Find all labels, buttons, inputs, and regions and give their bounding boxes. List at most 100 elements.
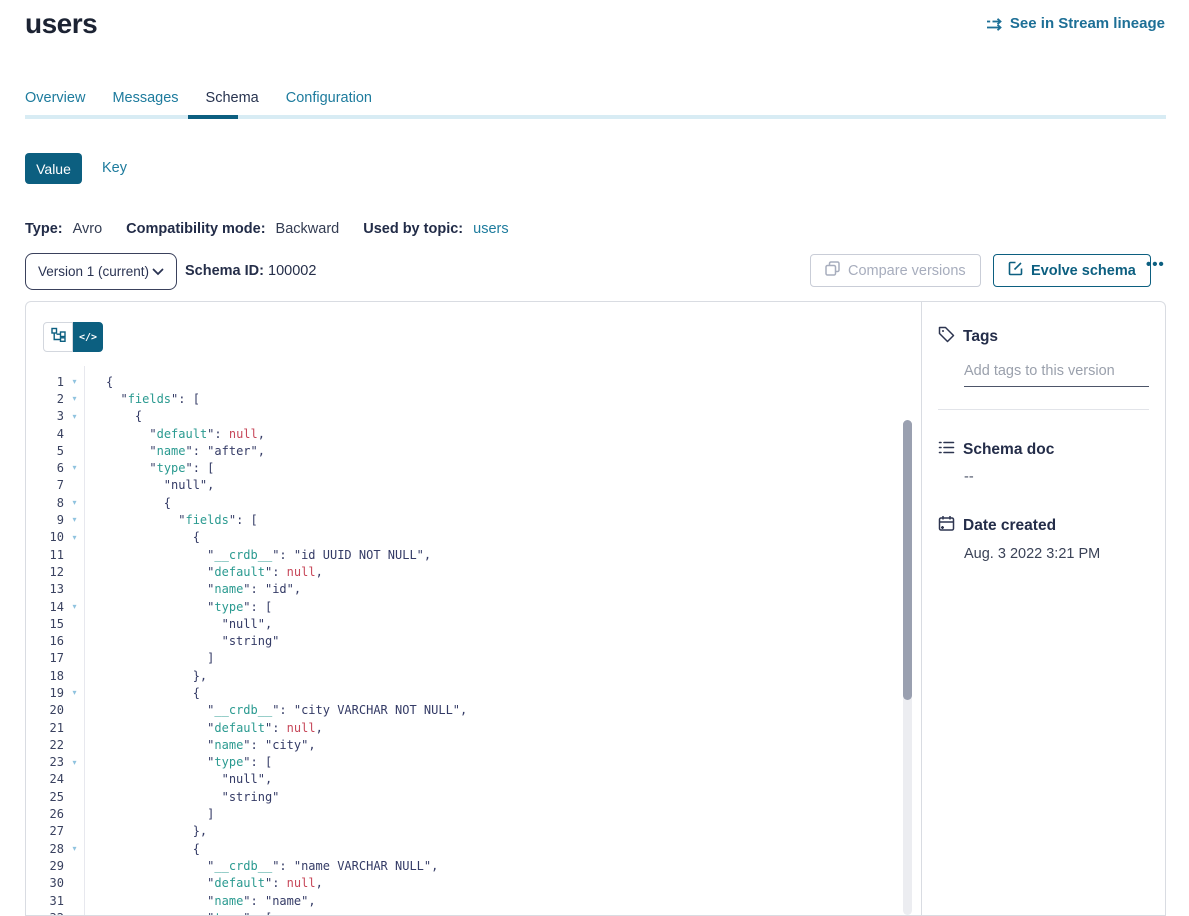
key-toggle-link[interactable]: Key bbox=[102, 160, 127, 176]
tree-view-button[interactable] bbox=[43, 322, 73, 352]
fold-arrow-icon[interactable]: ▾ bbox=[64, 390, 85, 407]
tag-icon bbox=[938, 326, 955, 348]
code-text: ] bbox=[85, 651, 214, 665]
code-line: 12 "default": null, bbox=[26, 563, 921, 580]
schema-id: Schema ID: 100002 bbox=[185, 263, 316, 279]
code-line: 2▾ "fields": [ bbox=[26, 390, 921, 407]
code-line: 1▾{ bbox=[26, 373, 921, 390]
schema-doc-heading: Schema doc bbox=[938, 440, 1149, 460]
line-number: 23 bbox=[26, 755, 64, 769]
code-text: { bbox=[85, 496, 171, 510]
code-text: }, bbox=[85, 824, 207, 838]
code-text: "__crdb__": "name VARCHAR NULL", bbox=[85, 859, 438, 873]
code-text: "name": "after", bbox=[85, 444, 265, 458]
code-line: 7 "null", bbox=[26, 477, 921, 494]
code-text: { bbox=[85, 375, 113, 389]
schema-doc-value: -- bbox=[964, 469, 1149, 485]
code-text: "name": "name", bbox=[85, 894, 316, 908]
code-text: ] bbox=[85, 807, 214, 821]
fold-arrow-icon[interactable]: ▾ bbox=[64, 684, 85, 701]
line-number: 17 bbox=[26, 651, 64, 665]
calendar-icon bbox=[938, 515, 955, 537]
fold-arrow-icon[interactable]: ▾ bbox=[64, 840, 85, 857]
line-number: 21 bbox=[26, 721, 64, 735]
code-text: "__crdb__": "id UUID NOT NULL", bbox=[85, 548, 431, 562]
line-number: 8 bbox=[26, 496, 64, 510]
code-text: "null", bbox=[85, 478, 214, 492]
line-number: 5 bbox=[26, 444, 64, 458]
code-view-button[interactable]: </> bbox=[73, 322, 103, 352]
line-number: 15 bbox=[26, 617, 64, 631]
add-tags-input[interactable] bbox=[964, 363, 1149, 387]
code-text: "null", bbox=[85, 772, 272, 786]
fold-arrow-icon[interactable]: ▾ bbox=[64, 909, 85, 915]
code-line: 19▾ { bbox=[26, 684, 921, 701]
code-line: 13 "name": "id", bbox=[26, 581, 921, 598]
code-text: "type": [ bbox=[85, 600, 272, 614]
evolve-schema-button[interactable]: Evolve schema bbox=[993, 254, 1151, 287]
line-number: 1 bbox=[26, 375, 64, 389]
line-number: 2 bbox=[26, 392, 64, 406]
code-line: 25 "string" bbox=[26, 788, 921, 805]
version-selected-value: Version 1 (current) bbox=[38, 264, 149, 279]
more-options-button[interactable]: ••• bbox=[1146, 256, 1165, 273]
version-select[interactable]: Version 1 (current) bbox=[25, 253, 177, 290]
type-value: Avro bbox=[73, 221, 103, 237]
topic-link[interactable]: users bbox=[473, 221, 508, 237]
code-text: "__crdb__": "city VARCHAR NOT NULL", bbox=[85, 703, 467, 717]
edit-icon bbox=[1008, 261, 1023, 280]
code-line: 6▾ "type": [ bbox=[26, 459, 921, 476]
compare-versions-button[interactable]: Compare versions bbox=[810, 254, 981, 287]
line-number: 11 bbox=[26, 548, 64, 562]
code-text: "null", bbox=[85, 617, 272, 631]
code-text: "type": [ bbox=[85, 911, 272, 915]
line-number: 3 bbox=[26, 409, 64, 423]
fold-arrow-icon[interactable]: ▾ bbox=[64, 373, 85, 390]
value-toggle-button[interactable]: Value bbox=[25, 153, 82, 184]
line-number: 26 bbox=[26, 807, 64, 821]
tags-title: Tags bbox=[963, 328, 998, 346]
code-text: { bbox=[85, 409, 142, 423]
schema-doc-section: Schema doc -- bbox=[938, 440, 1149, 485]
code-line: 20 "__crdb__": "city VARCHAR NOT NULL", bbox=[26, 702, 921, 719]
fold-arrow-icon[interactable]: ▾ bbox=[64, 529, 85, 546]
list-icon bbox=[938, 440, 955, 460]
line-number: 24 bbox=[26, 772, 64, 786]
code-line: 9▾ "fields": [ bbox=[26, 511, 921, 528]
code-text: "name": "id", bbox=[85, 582, 301, 596]
schema-doc-title: Schema doc bbox=[963, 441, 1054, 459]
evolve-schema-label: Evolve schema bbox=[1031, 263, 1136, 279]
code-line: 26 ] bbox=[26, 805, 921, 822]
line-number: 19 bbox=[26, 686, 64, 700]
page-title: users bbox=[25, 8, 97, 40]
line-number: 29 bbox=[26, 859, 64, 873]
code-line: 3▾ { bbox=[26, 408, 921, 425]
scrollbar-track[interactable] bbox=[903, 420, 912, 915]
compatibility-value: Backward bbox=[276, 221, 340, 237]
code-lines: 1▾{2▾ "fields": [3▾ {4 "default": null,5… bbox=[26, 373, 921, 915]
code-line: 5 "name": "after", bbox=[26, 442, 921, 459]
fold-arrow-icon[interactable]: ▾ bbox=[64, 408, 85, 425]
code-text: "fields": [ bbox=[85, 513, 258, 527]
line-number: 25 bbox=[26, 790, 64, 804]
line-number: 31 bbox=[26, 894, 64, 908]
fold-arrow-icon[interactable]: ▾ bbox=[64, 494, 85, 511]
line-number: 18 bbox=[26, 669, 64, 683]
fold-arrow-icon[interactable]: ▾ bbox=[64, 459, 85, 476]
see-in-stream-lineage-link[interactable]: See in Stream lineage bbox=[986, 15, 1165, 32]
line-number: 30 bbox=[26, 876, 64, 890]
schema-id-label: Schema ID: bbox=[185, 263, 264, 279]
scrollbar-thumb[interactable] bbox=[903, 420, 912, 700]
fold-arrow-icon[interactable]: ▾ bbox=[64, 598, 85, 615]
line-number: 22 bbox=[26, 738, 64, 752]
line-number: 4 bbox=[26, 427, 64, 441]
fold-arrow-icon[interactable]: ▾ bbox=[64, 754, 85, 771]
code-line: 21 "default": null, bbox=[26, 719, 921, 736]
code-editor[interactable]: 1▾{2▾ "fields": [3▾ {4 "default": null,5… bbox=[26, 366, 921, 915]
code-line: 16 "string" bbox=[26, 632, 921, 649]
code-line: 22 "name": "city", bbox=[26, 736, 921, 753]
code-text: "type": [ bbox=[85, 461, 214, 475]
code-text: "default": null, bbox=[85, 565, 323, 579]
line-number: 6 bbox=[26, 461, 64, 475]
fold-arrow-icon[interactable]: ▾ bbox=[64, 511, 85, 528]
